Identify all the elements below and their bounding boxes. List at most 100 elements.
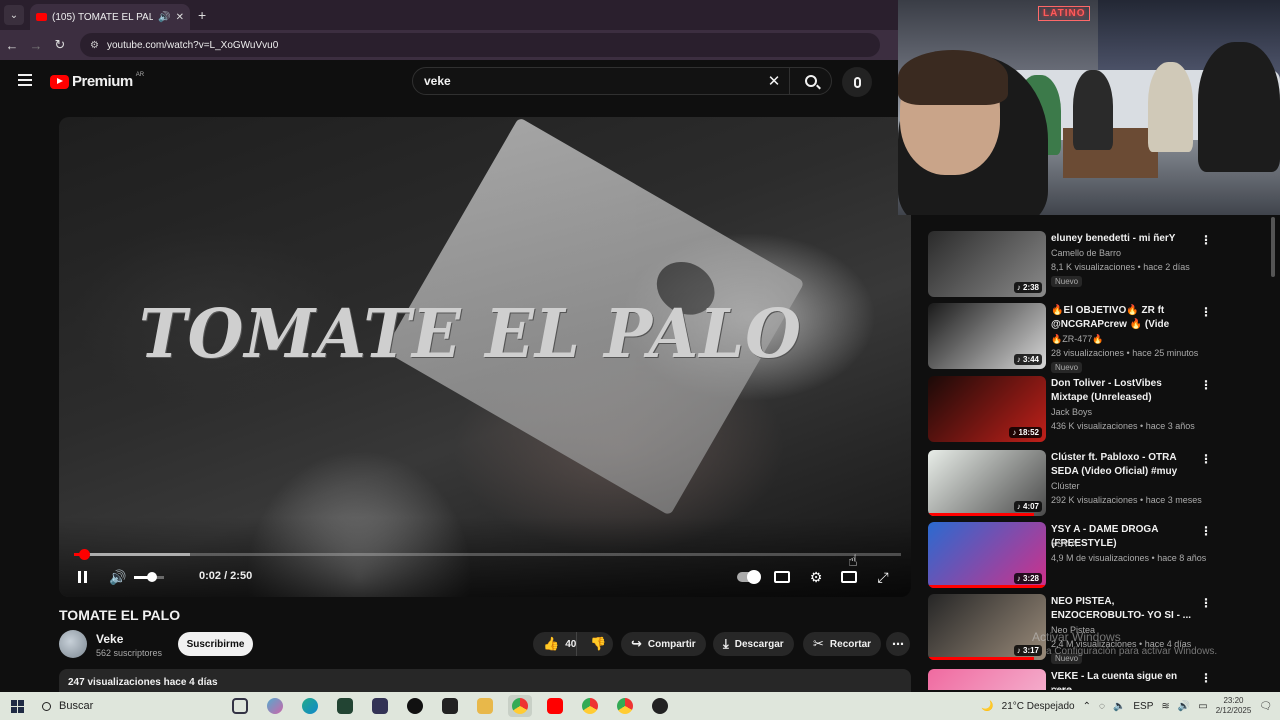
notifications-icon[interactable]: 🗨 [1259, 701, 1272, 712]
browser-tab[interactable]: (105) TOMATE EL PALO - Yo 🔊 ✕ [30, 4, 190, 30]
pause-button[interactable] [75, 567, 89, 587]
weather-text[interactable]: 21°C Despejado [1002, 701, 1075, 712]
youtube-logo[interactable]: Premium AR [50, 72, 144, 90]
item-menu-icon[interactable]: ⋮ [1200, 524, 1212, 538]
recommendation-title[interactable]: VEKE - La cuenta sigue en cero [1051, 670, 1201, 690]
store-icon[interactable] [333, 695, 357, 717]
edge-icon[interactable] [298, 695, 322, 717]
mail-icon[interactable] [368, 695, 392, 717]
video-thumbnail[interactable]: ♪ 4:07 [928, 450, 1046, 516]
item-menu-icon[interactable]: ⋮ [1200, 233, 1212, 247]
fullscreen-button[interactable]: ⤢ [872, 567, 894, 587]
share-button[interactable]: ↪ Compartir [621, 632, 706, 656]
like-button[interactable]: 👍 40 [533, 632, 578, 656]
item-menu-icon[interactable]: ⋮ [1200, 452, 1212, 466]
back-button[interactable]: ← [0, 38, 24, 53]
recorder-icon[interactable] [648, 695, 672, 717]
audio-playing-icon[interactable]: 🔊 [158, 12, 170, 23]
video-thumbnail[interactable]: ♪ 18:52 [928, 376, 1046, 442]
search-input[interactable]: veke [413, 74, 759, 88]
recommendation-channel[interactable]: Jack Boys [1051, 407, 1092, 417]
recommendation-channel[interactable]: Veke [1051, 686, 1071, 690]
download-button[interactable]: ⤓ Descargar [713, 632, 794, 656]
recommendation-title[interactable]: 🔥El OBJETIVO🔥 ZR ft @NCGRAPcrew 🔥 (Vide … [1051, 304, 1201, 332]
progress-scrubber[interactable] [78, 549, 90, 560]
settings-button[interactable]: ⚙ [805, 567, 827, 587]
task-view-icon[interactable] [228, 695, 252, 717]
subtitles-icon [774, 571, 790, 583]
clock[interactable]: 23:20 2/12/2025 [1216, 696, 1252, 716]
volume-icon[interactable]: 🔊 [109, 567, 127, 587]
wifi-icon[interactable]: ≋ [1161, 701, 1169, 712]
weather-icon[interactable]: 🌙 [981, 701, 993, 712]
item-menu-icon[interactable]: ⋮ [1200, 596, 1212, 610]
clear-search-icon[interactable]: ✕ [759, 72, 789, 90]
taskbar-search[interactable]: Buscar [34, 694, 224, 718]
recommendation-channel[interactable]: Camello de Barro [1051, 248, 1121, 258]
tray-chevron-icon[interactable]: ⌃ [1083, 701, 1091, 712]
forward-button[interactable]: → [24, 38, 48, 53]
recommendation-title[interactable]: Clúster ft. Pabloxo - OTRA SEDA (Video O… [1051, 451, 1201, 479]
new-tab-button[interactable]: + [198, 7, 206, 23]
url-field[interactable]: ⚙ youtube.com/watch?v=L_XoGWuVvu0 [80, 33, 880, 57]
close-tab-icon[interactable]: ✕ [176, 12, 184, 23]
speaker-icon[interactable]: 🔊 [1178, 701, 1190, 712]
clip-button[interactable]: ✂ Recortar [803, 632, 882, 656]
subtitles-button[interactable] [771, 567, 793, 587]
recommendation-item[interactable]: ♪ 3:44 🔥El OBJETIVO🔥 ZR ft @NCGRAPcrew 🔥 … [928, 303, 1228, 373]
like-count: 40 [565, 638, 577, 650]
volume-knob[interactable] [147, 572, 157, 582]
recommendation-item[interactable]: ♪ 18:52 Don Toliver - LostVibes Mixtape (… [928, 376, 1228, 444]
recommendation-item[interactable]: ♪ 3:28 YSY A - DAME DROGA (FREESTYLE) YSY … [928, 522, 1228, 590]
video-thumbnail[interactable]: ♪ 2:38 [928, 231, 1046, 297]
recommendation-channel[interactable]: Clúster [1051, 481, 1080, 491]
menu-icon[interactable] [18, 74, 32, 86]
chrome-profile-icon[interactable] [578, 695, 602, 717]
recommendation-channel[interactable]: 🔥ZR-477🔥 [1051, 334, 1103, 345]
site-info-icon[interactable]: ⚙ [90, 40, 99, 51]
video-thumbnail[interactable]: ♪ 3:17 [928, 594, 1046, 660]
progress-bar[interactable] [74, 549, 901, 560]
recommendation-item[interactable]: ♪ 2:38 eluney benedetti - mi ñerY Camello … [928, 231, 1228, 299]
start-button[interactable] [0, 699, 34, 713]
subscribe-button[interactable]: Suscribirme [178, 632, 253, 656]
item-menu-icon[interactable]: ⋮ [1200, 305, 1212, 319]
channel-avatar[interactable] [59, 630, 87, 658]
volume-slider[interactable] [134, 572, 164, 582]
more-actions-button[interactable]: ⋯ [886, 632, 910, 656]
recommendation-item[interactable]: ♪ 4:07 Clúster ft. Pabloxo - OTRA SEDA (V… [928, 450, 1228, 518]
tiktok-icon[interactable] [403, 695, 427, 717]
battery-icon[interactable]: ▭ [1198, 701, 1207, 712]
autoplay-toggle[interactable] [737, 567, 761, 587]
scrollbar-thumb[interactable] [1271, 217, 1275, 277]
recommendation-title[interactable]: NEO PISTEA, ENZOCEROBULTO- YO SI - ... [1051, 595, 1201, 623]
recommendation-title[interactable]: eluney benedetti - mi ñerY [1051, 232, 1201, 246]
recommendation-item[interactable]: VEKE - La cuenta sigue en ceroVeke ⋮ [928, 669, 1228, 690]
item-menu-icon[interactable]: ⋮ [1200, 671, 1212, 685]
activate-windows-text: a Configuración para activar Windows. [1046, 646, 1218, 657]
search-button[interactable] [789, 67, 831, 95]
item-menu-icon[interactable]: ⋮ [1200, 378, 1212, 392]
chrome-icon[interactable] [508, 695, 532, 717]
network-icon[interactable]: ◌ [1099, 701, 1105, 712]
video-player[interactable]: TOMATE EL PALO 🔊 0:02 / 2:50 ⚙ ⤢ ☝ [59, 117, 911, 597]
capcut-icon[interactable] [438, 695, 462, 717]
sidebar-scrollbar[interactable] [1270, 215, 1276, 685]
video-thumbnail[interactable]: ♪ 3:28 [928, 522, 1046, 588]
dislike-button[interactable]: 👎 [583, 632, 613, 656]
thumbs-down-icon: 👎 [590, 636, 607, 651]
voice-search-button[interactable] [842, 67, 872, 97]
recommendation-title[interactable]: Don Toliver - LostVibes Mixtape (Unrelea… [1051, 377, 1201, 405]
channel-name[interactable]: Veke [96, 632, 123, 646]
video-thumbnail[interactable] [928, 669, 1046, 690]
tab-search-button[interactable]: ⌄ [4, 5, 24, 25]
volume-tray-icon[interactable]: 🔈 [1113, 701, 1125, 712]
youtube-app-icon[interactable] [543, 695, 567, 717]
chrome-profile-2-icon[interactable] [613, 695, 637, 717]
recommendation-channel[interactable]: YSY A [1051, 539, 1077, 549]
reload-button[interactable]: ↻ [48, 37, 72, 53]
video-thumbnail[interactable]: ♪ 3:44 [928, 303, 1046, 369]
file-explorer-icon[interactable] [473, 695, 497, 717]
copilot-icon[interactable] [263, 695, 287, 717]
language-indicator[interactable]: ESP [1133, 701, 1153, 712]
